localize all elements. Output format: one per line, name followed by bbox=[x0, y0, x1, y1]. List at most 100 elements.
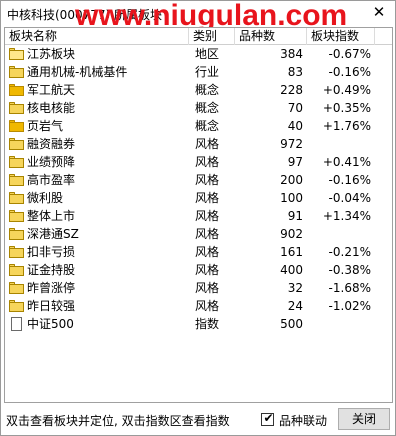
folder-body bbox=[9, 284, 24, 294]
sector-count: 228 bbox=[280, 83, 303, 97]
column-header-name[interactable]: 板块名称 bbox=[5, 28, 189, 45]
sector-count: 972 bbox=[280, 137, 303, 151]
sector-category: 概念 bbox=[195, 83, 220, 97]
sector-index: +1.34% bbox=[322, 209, 371, 223]
close-icon[interactable]: ✕ bbox=[371, 3, 387, 21]
sector-count: 97 bbox=[287, 155, 303, 169]
sector-name: 通用机械-机械基件 bbox=[27, 65, 128, 79]
sector-index: +0.35% bbox=[322, 101, 371, 115]
checkmark-icon: ✔ bbox=[263, 411, 274, 425]
sector-index bbox=[311, 225, 371, 243]
sector-category: 行业 bbox=[195, 65, 220, 79]
folder-icon bbox=[9, 66, 24, 78]
sector-count: 902 bbox=[280, 227, 303, 241]
folder-icon bbox=[9, 282, 24, 294]
sector-count: 40 bbox=[287, 119, 303, 133]
sector-index: -0.38% bbox=[328, 263, 371, 277]
sector-category: 风格 bbox=[195, 209, 220, 223]
column-header-category[interactable]: 类别 bbox=[189, 28, 235, 45]
table-row[interactable]: 军工航天 概念 228 +0.49% bbox=[5, 81, 392, 99]
title-bar[interactable]: 中核科技(000777) 所属板块 www.niugulan.com ✕ bbox=[1, 0, 395, 32]
status-bar: 双击查看板块并定位, 双击指数区查看指数 ✔ 品种联动 关闭 bbox=[4, 407, 393, 433]
folder-body bbox=[9, 302, 24, 312]
folder-body bbox=[9, 86, 24, 96]
sector-count: 32 bbox=[287, 281, 303, 295]
sector-category: 概念 bbox=[195, 119, 220, 133]
sector-index: -0.67% bbox=[328, 47, 371, 61]
sector-name: 扣非亏损 bbox=[27, 245, 76, 259]
folder-icon bbox=[9, 246, 24, 258]
sector-category: 风格 bbox=[195, 299, 220, 313]
table-row[interactable]: 整体上市 风格 91 +1.34% bbox=[5, 207, 392, 225]
column-header-index[interactable]: 板块指数 bbox=[307, 28, 375, 45]
sector-index bbox=[311, 135, 371, 153]
folder-body bbox=[9, 230, 24, 240]
sector-category: 风格 bbox=[195, 137, 220, 151]
sector-count: 384 bbox=[280, 47, 303, 61]
table-row[interactable]: 融资融券 风格 972 bbox=[5, 135, 392, 153]
table-row[interactable]: 高市盈率 风格 200 -0.16% bbox=[5, 171, 392, 189]
folder-icon bbox=[9, 156, 24, 168]
sync-checkbox[interactable]: ✔ bbox=[261, 411, 274, 426]
table-header: 板块名称 类别 品种数 板块指数 bbox=[5, 28, 392, 45]
sector-name: 昨曾涨停 bbox=[27, 281, 76, 295]
sector-name: 深港通SZ bbox=[27, 227, 79, 241]
sector-name: 页岩气 bbox=[27, 119, 64, 133]
folder-icon bbox=[9, 138, 24, 150]
sector-name: 核电核能 bbox=[27, 101, 76, 115]
column-header-count[interactable]: 品种数 bbox=[235, 28, 307, 45]
folder-icon bbox=[9, 228, 24, 240]
sector-count: 400 bbox=[280, 263, 303, 277]
table-row[interactable]: 中证500 指数 500 bbox=[5, 315, 392, 333]
sector-category: 风格 bbox=[195, 227, 220, 241]
sector-index: +1.76% bbox=[322, 119, 371, 133]
table-row[interactable]: 江苏板块 地区 384 -0.67% bbox=[5, 45, 392, 63]
sector-category: 概念 bbox=[195, 101, 220, 115]
table-row[interactable]: 微利股 风格 100 -0.04% bbox=[5, 189, 392, 207]
folder-body bbox=[9, 176, 24, 186]
folder-icon bbox=[9, 120, 24, 132]
sector-category: 风格 bbox=[195, 281, 220, 295]
sector-category: 指数 bbox=[195, 317, 220, 331]
sector-index: -1.02% bbox=[328, 299, 371, 313]
sector-category: 风格 bbox=[195, 191, 220, 205]
folder-body bbox=[9, 140, 24, 150]
table-row[interactable]: 业绩预降 风格 97 +0.41% bbox=[5, 153, 392, 171]
sector-index: -0.16% bbox=[328, 65, 371, 79]
folder-icon bbox=[9, 174, 24, 186]
sector-category: 地区 bbox=[195, 47, 220, 61]
table-row[interactable]: 页岩气 概念 40 +1.76% bbox=[5, 117, 392, 135]
sector-name: 江苏板块 bbox=[27, 47, 76, 61]
sector-name: 整体上市 bbox=[27, 209, 76, 223]
sector-index: -0.04% bbox=[328, 191, 371, 205]
table-row[interactable]: 通用机械-机械基件 行业 83 -0.16% bbox=[5, 63, 392, 81]
sector-index: -1.68% bbox=[328, 281, 371, 295]
sector-name: 军工航天 bbox=[27, 83, 76, 97]
table-row[interactable]: 深港通SZ 风格 902 bbox=[5, 225, 392, 243]
sector-count: 70 bbox=[287, 101, 303, 115]
table-row[interactable]: 昨日较强 风格 24 -1.02% bbox=[5, 297, 392, 315]
table-row[interactable]: 证金持股 风格 400 -0.38% bbox=[5, 261, 392, 279]
sector-index: +0.41% bbox=[322, 155, 371, 169]
sector-count: 83 bbox=[287, 65, 303, 79]
sector-name: 中证500 bbox=[27, 317, 74, 331]
sync-checkbox-label[interactable]: 品种联动 bbox=[279, 412, 327, 429]
table-row[interactable]: 核电核能 概念 70 +0.35% bbox=[5, 99, 392, 117]
sector-index: +0.49% bbox=[322, 83, 371, 97]
sector-name: 融资融券 bbox=[27, 137, 76, 151]
document-icon bbox=[11, 317, 22, 331]
close-button[interactable]: 关闭 bbox=[338, 408, 390, 430]
sector-category: 风格 bbox=[195, 173, 220, 187]
folder-icon bbox=[9, 84, 24, 96]
table-row[interactable]: 昨曾涨停 风格 32 -1.68% bbox=[5, 279, 392, 297]
sector-name: 证金持股 bbox=[27, 263, 76, 277]
folder-body bbox=[9, 122, 24, 132]
folder-body bbox=[9, 194, 24, 204]
sector-table: 板块名称 类别 品种数 板块指数 江苏板块 地区 384 -0.67% 通用机械-机械基… bbox=[4, 27, 393, 403]
sector-index bbox=[311, 315, 371, 333]
folder-icon bbox=[9, 102, 24, 114]
folder-body bbox=[9, 68, 24, 78]
sector-count: 91 bbox=[287, 209, 303, 223]
sector-count: 500 bbox=[280, 317, 303, 331]
table-row[interactable]: 扣非亏损 风格 161 -0.21% bbox=[5, 243, 392, 261]
